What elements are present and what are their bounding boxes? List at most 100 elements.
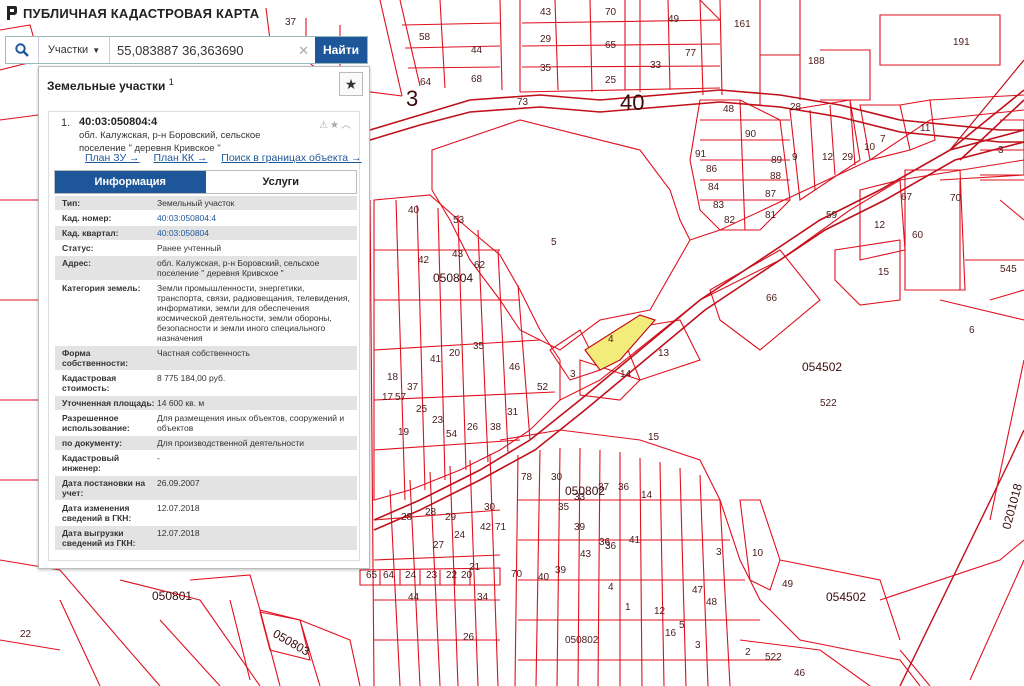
parcel-number: 40 xyxy=(538,572,550,583)
parcel-number: 24 xyxy=(454,530,466,541)
warning-icon[interactable]: ⚠ xyxy=(319,120,330,131)
parcel-number: 77 xyxy=(685,48,697,59)
parcel-number: 12 xyxy=(822,152,834,163)
link-search-bounds[interactable]: Поиск в границах объекта → xyxy=(221,152,361,164)
parcel-number: 38 xyxy=(490,422,502,433)
parcel-number: 14 xyxy=(620,369,632,380)
parcel-number: 1 xyxy=(625,602,631,613)
logo-icon xyxy=(5,6,17,20)
collapse-icon[interactable]: ︿ xyxy=(341,120,353,131)
parcel-number: 29 xyxy=(540,34,552,45)
result-cad-number[interactable]: 40:03:050804:4 xyxy=(79,116,353,128)
result-address-line1: обл. Калужская, р-н Боровский, сельское xyxy=(79,130,261,141)
link-plan-zu[interactable]: План ЗУ → xyxy=(85,152,140,164)
card-action-icons: ⚠★︿ xyxy=(319,116,353,131)
tab-info[interactable]: Информация xyxy=(55,171,206,193)
parcel-number: 3 xyxy=(695,640,701,651)
link-plan-kk[interactable]: План КК → xyxy=(153,152,207,164)
parcel-number: 83 xyxy=(713,200,725,211)
parcel-number: 37 xyxy=(407,382,419,393)
parcel-number: 86 xyxy=(706,164,718,175)
parcel-number: 41 xyxy=(430,354,442,365)
parcel-number: 48 xyxy=(723,104,735,115)
favorite-button[interactable]: ★ xyxy=(339,72,363,96)
parcel-number: 29 xyxy=(445,512,457,523)
attribute-key: Дата постановки на учет: xyxy=(62,478,146,498)
attribute-row: Уточненная площадь: 14 600 кв. м xyxy=(55,396,357,411)
clear-icon[interactable]: ✕ xyxy=(298,43,309,59)
parcel-number: 3 xyxy=(716,547,722,558)
attribute-row: Тип: Земельный участок xyxy=(55,196,357,211)
search-scope-select[interactable]: Участки ▼ xyxy=(39,37,110,63)
parcel-number: 65 xyxy=(366,570,378,581)
parcel-number: 191 xyxy=(953,37,970,48)
attribute-row: Дата выгрузки сведений из ГКН: 12.07.2018 xyxy=(55,526,357,551)
parcel-number: 24 xyxy=(405,570,417,581)
attribute-value[interactable]: 40:03:050804:4 xyxy=(155,211,357,225)
parcel-number: 11 xyxy=(920,123,931,134)
parcel-number: 49 xyxy=(782,579,794,590)
parcel-number: 4 xyxy=(608,582,614,593)
parcel-number: 30 xyxy=(484,502,496,513)
parcel-number: 30 xyxy=(551,472,563,483)
parcel-number: 15 xyxy=(878,267,890,278)
search-submit-button[interactable]: Найти xyxy=(315,37,367,63)
parcel-number: 81 xyxy=(765,210,777,221)
attribute-key: Кадастровая стоимость: xyxy=(62,373,117,393)
attribute-value: Частная собственность xyxy=(157,348,250,358)
attribute-value[interactable]: 40:03:050804 xyxy=(155,226,357,240)
tab-services[interactable]: Услуги xyxy=(205,171,356,193)
parcel-number: 49 xyxy=(668,14,680,25)
parcel-number: 20 xyxy=(461,570,473,581)
parcel-number: 33 xyxy=(650,60,662,71)
result-links: План ЗУ → План КК → Поиск в границах объ… xyxy=(85,152,373,164)
parcel-number: 34 xyxy=(477,592,489,603)
attribute-key: Уточненная площадь: xyxy=(62,398,155,408)
attribute-key: Адрес: xyxy=(62,258,91,268)
chevron-down-icon: ▼ xyxy=(92,45,101,55)
parcel-number: 66 xyxy=(766,293,778,304)
attribute-row: Форма собственности: Частная собственност… xyxy=(55,346,357,371)
parcel-number: 12 xyxy=(654,606,666,617)
star-outline-icon[interactable]: ★ xyxy=(330,120,341,131)
parcel-number: 25 xyxy=(605,75,617,86)
attribute-value: Для размещения иных объектов, сооружений… xyxy=(157,413,345,433)
parcel-number: 52 xyxy=(537,382,549,393)
attribute-key: Дата изменения сведений в ГКН: xyxy=(62,503,132,523)
star-icon: ★ xyxy=(344,75,358,92)
parcel-number: 16 xyxy=(665,628,677,639)
attribute-key: Разрешенное использование: xyxy=(62,413,130,433)
panel-title-count: 1 xyxy=(168,77,174,87)
parcel-number: 050802 xyxy=(565,635,599,646)
search-icon[interactable] xyxy=(6,37,39,63)
parcel-number: 65 xyxy=(605,40,617,51)
parcel-number: 48 xyxy=(706,597,718,608)
attribute-row: Разрешенное использование: Для размещения… xyxy=(55,411,357,436)
parcel-number: 161 xyxy=(734,19,751,30)
parcel-number: 57 xyxy=(395,392,407,403)
parcel-number: 39 xyxy=(555,565,567,576)
parcel-number: 35 xyxy=(558,502,570,513)
parcel-number: 522 xyxy=(765,652,782,663)
parcel-number: 27 xyxy=(433,540,445,551)
attribute-key: Кад. номер: xyxy=(62,213,112,223)
parcel-number: 36 xyxy=(605,541,617,552)
attribute-row: Дата изменения сведений в ГКН: 12.07.2018 xyxy=(55,501,357,526)
search-field[interactable]: ✕ xyxy=(110,37,315,63)
parcel-number: 91 xyxy=(695,149,707,160)
parcel-number: 5 xyxy=(679,620,685,631)
parcel-number: 10 xyxy=(752,548,764,559)
parcel-number: 42 xyxy=(480,522,492,533)
parcel-number: 89 xyxy=(771,155,783,166)
quarter-label: 054502 xyxy=(826,590,866,604)
attribute-value: - xyxy=(157,453,160,463)
parcel-number: 43 xyxy=(452,249,464,260)
result-tabs: Информация Услуги xyxy=(54,170,357,194)
search-input[interactable] xyxy=(110,41,315,59)
parcel-number: 44 xyxy=(471,45,483,56)
attribute-row: Категория земель: Земли промышленности, э… xyxy=(55,281,357,346)
parcel-number: 3 xyxy=(570,369,576,380)
attribute-key: Кад. квартал: xyxy=(62,228,119,238)
parcel-number: 2 xyxy=(745,647,751,658)
parcel-number: 5 xyxy=(551,237,557,248)
